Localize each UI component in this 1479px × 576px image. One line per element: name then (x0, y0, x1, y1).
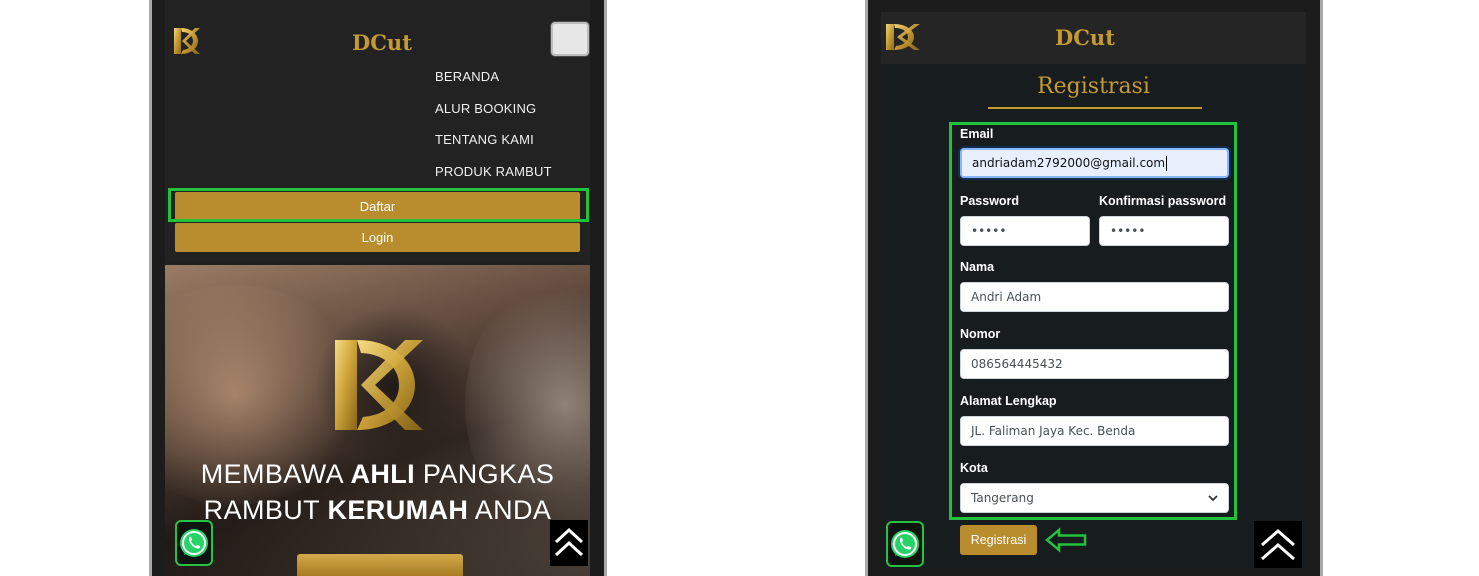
menu-item-alur-booking[interactable]: ALUR BOOKING (435, 101, 536, 116)
dcut-logo-icon[interactable] (885, 22, 921, 52)
email-label: Email (960, 127, 994, 141)
chevron-up-icon (1261, 528, 1295, 560)
hero-banner: MEMBAWA AHLI PANGKAS RAMBUT KERUMAH ANDA (165, 265, 590, 576)
hero-headline-line2: RAMBUT KERUMAH ANDA (203, 495, 552, 525)
highlight-box-form (949, 122, 1237, 520)
navbar-expanded: DCut BERANDA ALUR BOOKING TENTANG KAMI P… (165, 0, 590, 263)
whatsapp-icon (891, 530, 919, 558)
nama-field[interactable]: Andri Adam (960, 282, 1229, 312)
mobile-screen-home: DCut BERANDA ALUR BOOKING TENTANG KAMI P… (165, 0, 590, 576)
navbar: DCut (881, 12, 1306, 64)
whatsapp-button[interactable] (175, 520, 213, 566)
registrasi-submit-button[interactable]: Registrasi (960, 525, 1037, 555)
menu-item-beranda[interactable]: BERANDA (435, 69, 499, 84)
whatsapp-button[interactable] (886, 521, 924, 567)
nomor-label: Nomor (960, 327, 1001, 341)
arrow-left-icon (1045, 527, 1087, 557)
nomor-field[interactable]: 086564445432 (960, 349, 1229, 379)
menu-item-tentang-kami[interactable]: TENTANG KAMI (435, 132, 534, 147)
daftar-button[interactable]: Daftar (175, 192, 580, 221)
page-title: Registrasi (1037, 74, 1150, 99)
kota-select[interactable]: Tangerang (960, 483, 1229, 513)
hero-cta-button[interactable] (297, 554, 463, 576)
scroll-top-button[interactable] (1254, 521, 1302, 568)
brand-name[interactable]: DCut (1055, 25, 1115, 50)
nama-label: Nama (960, 260, 995, 274)
hero-headline-line1: MEMBAWA AHLI PANGKAS (200, 459, 555, 489)
alamat-label: Alamat Lengkap (960, 394, 1057, 408)
alamat-field[interactable]: JL. Faliman Jaya Kec. Benda (960, 416, 1229, 446)
confirm-password-field[interactable]: ••••• (1099, 216, 1229, 246)
mobile-screen-registrasi: DCut Registrasi Email andriadam2792000@g… (881, 12, 1306, 568)
phone-frame-left: DCut BERANDA ALUR BOOKING TENTANG KAMI P… (149, 0, 607, 576)
scroll-top-button[interactable] (550, 520, 588, 566)
chevron-up-icon (554, 527, 584, 557)
kota-label: Kota (960, 461, 988, 475)
password-field[interactable]: ••••• (960, 216, 1090, 246)
login-button[interactable]: Login (175, 223, 580, 252)
confirm-password-label: Konfirmasi password (1099, 194, 1227, 208)
phone-frame-right: DCut Registrasi Email andriadam2792000@g… (865, 0, 1323, 576)
whatsapp-icon (180, 529, 208, 557)
title-underline (988, 107, 1202, 109)
menu-item-produk-rambut[interactable]: PRODUK RAMBUT (435, 164, 552, 179)
brand-name[interactable]: DCut (352, 30, 412, 55)
dcut-logo-icon[interactable] (173, 26, 201, 56)
navbar-toggler-button[interactable] (551, 22, 589, 56)
password-label: Password (960, 194, 1020, 208)
dcut-logo-icon (331, 335, 427, 439)
chevron-down-icon (1208, 495, 1218, 502)
email-field[interactable]: andriadam2792000@gmail.com (960, 148, 1229, 178)
